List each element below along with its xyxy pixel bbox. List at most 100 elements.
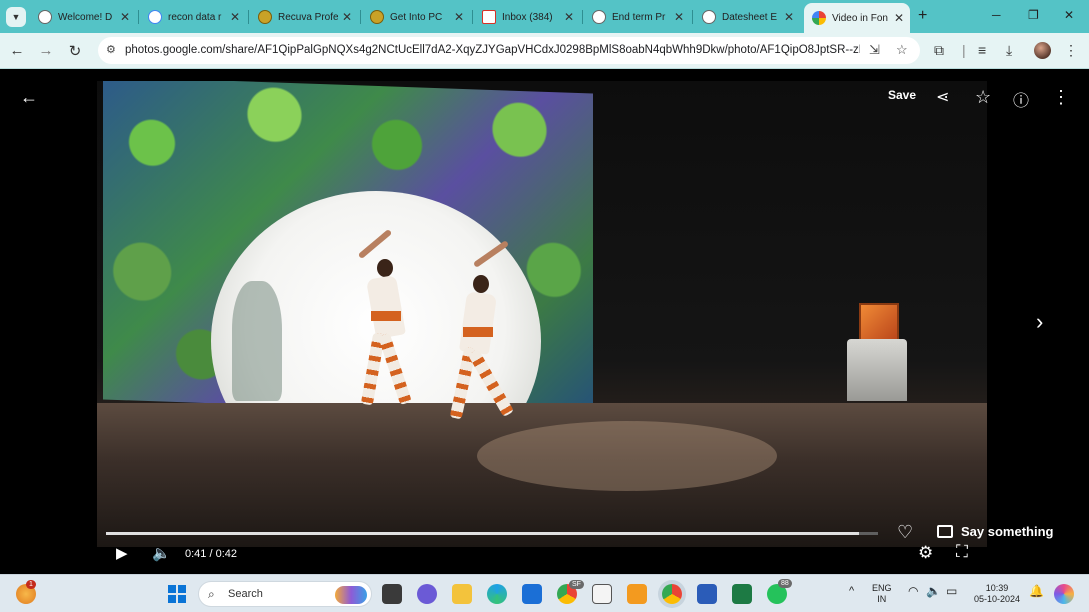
info-icon[interactable]: ⓘ [1013,87,1029,111]
say-something-button[interactable]: Say something [937,524,1053,539]
say-something-label: Say something [961,524,1054,539]
close-icon[interactable]: ✕ [342,10,352,24]
video-time: 0:41 / 0:42 [185,548,237,560]
close-icon[interactable]: ✕ [894,11,904,25]
tab-title: Datesheet E [722,11,778,23]
chat-app-icon[interactable] [417,584,437,604]
chrome-profile-badge: SF [569,580,584,589]
settings-gear-icon[interactable]: ⚙ [918,543,933,563]
close-icon[interactable]: ✕ [454,10,464,24]
floor-spotlight [477,421,777,491]
google-photos-icon [812,11,826,25]
tab-separator [582,10,583,24]
search-icon: ⌕ [208,587,215,601]
dancer-shadow [232,281,282,401]
close-icon[interactable]: ✕ [230,10,240,24]
photo-viewer: ← Save ⋖ ☆ ⓘ ⋮ › ♡ Say something ▶ 🔈 0:4… [0,69,1089,574]
gmail-icon [482,10,496,24]
minimize-button[interactable]: ─ [992,8,1001,22]
site-icon [258,10,272,24]
close-icon[interactable]: ✕ [674,10,684,24]
task-view-icon[interactable] [382,584,402,604]
profile-avatar[interactable] [1034,42,1051,59]
taskbar-search[interactable]: ⌕ Search [198,581,372,607]
more-options-icon[interactable]: ⋮ [1052,87,1070,108]
close-window-button[interactable]: ✕ [1064,8,1074,22]
calculator-icon[interactable] [592,584,612,604]
tab-google-photos-active[interactable]: Video in Fon ✕ [804,3,910,33]
forward-arrow-icon[interactable]: → [37,42,55,59]
wifi-icon[interactable]: ◠ [908,585,918,597]
clock-date: 05-10-2024 [973,594,1021,604]
tab-welcome[interactable]: Welcome! D ✕ [30,5,136,29]
globe-icon [702,10,716,24]
close-icon[interactable]: ✕ [564,10,574,24]
microsoft-store-icon[interactable] [522,584,542,604]
language-indicator[interactable]: ENG IN [872,583,892,605]
tab-recon-data[interactable]: recon data r ✕ [140,5,246,29]
whatsapp-badge: 88 [778,579,792,588]
clock-time: 10:39 [985,583,1009,593]
language-code: ENG [872,583,892,593]
share-icon[interactable]: ⋖ [936,87,949,107]
battery-icon[interactable]: ▭ [946,585,957,597]
install-app-icon[interactable]: ⇲ [869,42,880,58]
play-icon[interactable]: ▶ [116,544,128,562]
presentation-app-icon[interactable] [627,584,647,604]
volume-icon[interactable]: 🔈 [152,544,171,562]
chrome-active-icon[interactable] [662,584,682,604]
screen-root: ▼ Welcome! D ✕ recon data r ✕ Recuva Pro… [0,0,1089,612]
like-heart-icon[interactable]: ♡ [897,522,913,543]
fullscreen-icon[interactable]: ⛶ [956,542,968,562]
download-icon[interactable]: ⤓ [1006,42,1012,59]
tab-get-into-pc[interactable]: Get Into PC ✕ [362,5,470,29]
copilot-icon[interactable] [1054,584,1074,604]
close-icon[interactable]: ✕ [120,10,130,24]
next-photo-chevron-icon[interactable]: › [1036,309,1043,335]
tab-gmail-inbox[interactable]: Inbox (384) ✕ [474,5,580,29]
comment-icon [937,525,953,538]
tab-datesheet[interactable]: Datesheet E ✕ [694,5,800,29]
notification-bell-icon[interactable]: 🔔 [1029,585,1044,597]
region-code: IN [877,594,887,604]
close-icon[interactable]: ✕ [784,10,794,24]
word-icon[interactable] [697,584,717,604]
chevron-down-icon: ▼ [11,12,21,22]
tab-search-button[interactable]: ▼ [6,7,26,27]
more-menu-icon[interactable]: ⋮ [1064,42,1078,59]
windows-start-icon[interactable] [168,585,186,603]
tab-title: Video in Fon [832,12,888,24]
back-arrow-icon[interactable]: ← [20,87,38,108]
browser-tab-strip: ▼ Welcome! D ✕ recon data r ✕ Recuva Pro… [0,0,1089,33]
excel-icon[interactable] [732,584,752,604]
media-control-icon[interactable]: ≡ [978,42,986,58]
tab-title: Welcome! D [58,11,113,23]
show-hidden-icons-chevron-icon[interactable]: ^ [849,586,854,597]
maximize-button[interactable]: ❐ [1028,8,1039,22]
speaker-icon[interactable]: 🔈 [926,585,941,597]
back-arrow-icon[interactable]: ← [8,42,26,59]
video-frame[interactable] [97,81,987,547]
video-progress-fill [106,532,860,535]
address-bar[interactable]: ⚙ photos.google.com/share/AF1QipPalGpNQX… [98,37,920,64]
globe-icon [38,10,52,24]
video-progress-bar[interactable] [106,532,878,535]
dancer-sash [463,327,493,337]
file-explorer-icon[interactable] [452,584,472,604]
extensions-icon[interactable]: ⧉ [934,42,944,59]
dancer-head [473,275,489,293]
tab-recuva[interactable]: Recuva Profe ✕ [250,5,358,29]
search-label: Search [228,588,263,600]
url-text[interactable]: photos.google.com/share/AF1QipPalGpNQXs4… [125,44,860,56]
edge-browser-icon[interactable] [487,584,507,604]
system-clock[interactable]: 10:39 05-10-2024 [970,583,1024,605]
reload-icon[interactable]: ↻ [66,42,84,60]
side-table [847,339,907,401]
bookmark-star-icon[interactable]: ☆ [896,42,908,58]
favorite-star-icon[interactable]: ☆ [975,87,991,108]
new-tab-button[interactable]: + [918,7,927,25]
tab-end-term[interactable]: End term Pr ✕ [584,5,690,29]
tab-title: End term Pr [612,11,666,23]
save-button[interactable]: Save [888,88,916,102]
site-info-icon[interactable]: ⚙ [106,43,116,56]
